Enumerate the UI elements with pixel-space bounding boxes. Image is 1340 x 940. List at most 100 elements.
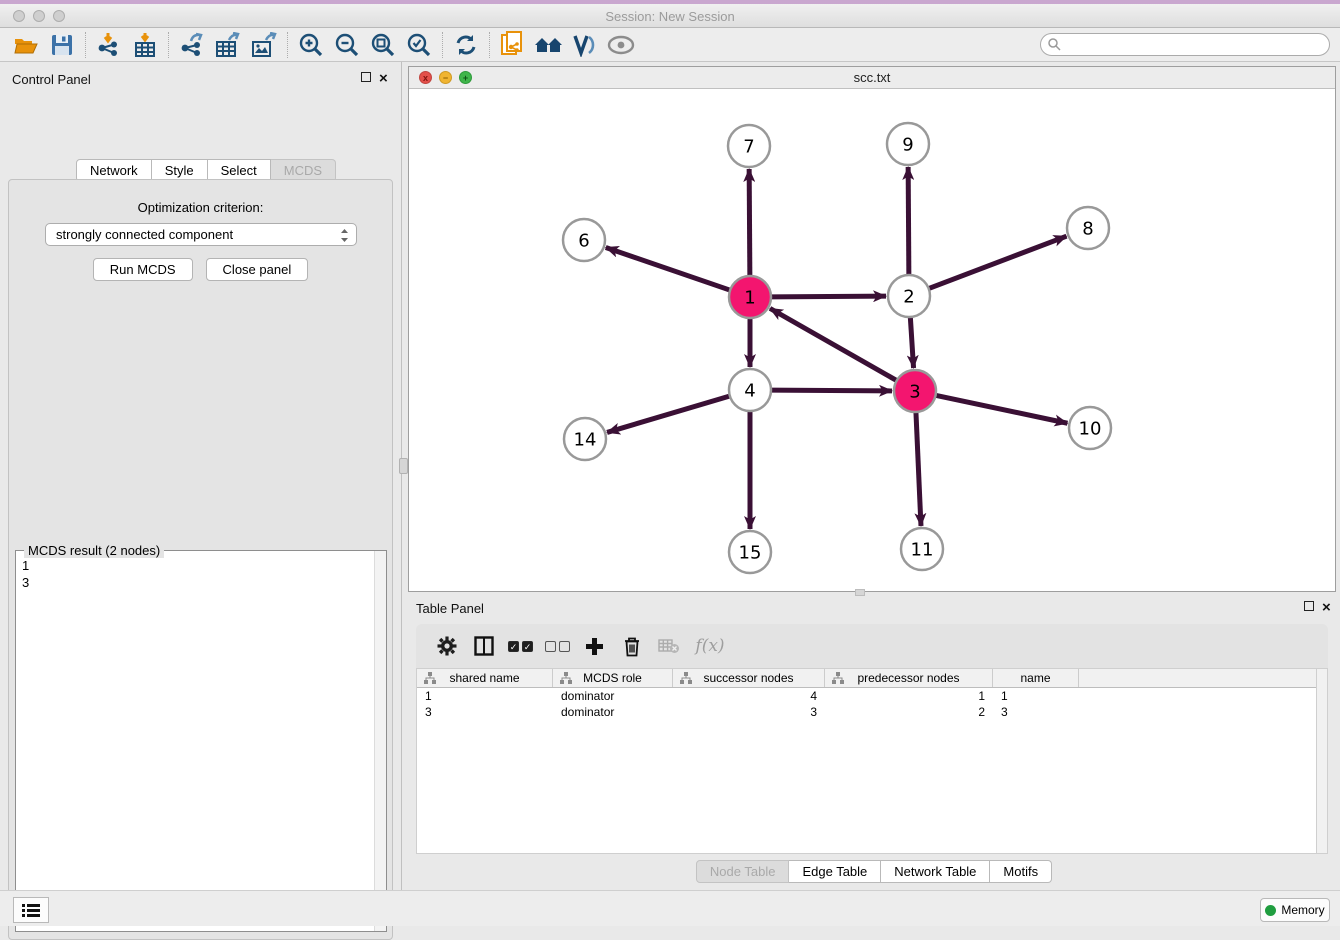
node-label: 3 bbox=[909, 381, 920, 402]
node-2[interactable]: 2 bbox=[888, 275, 930, 317]
function-builder-icon[interactable]: f(x) bbox=[687, 628, 733, 664]
network-window-title: scc.txt bbox=[409, 70, 1335, 85]
edge-4-3[interactable] bbox=[771, 390, 892, 391]
node-3[interactable]: 3 bbox=[894, 370, 936, 412]
criterion-select[interactable]: strongly connected component bbox=[45, 223, 357, 246]
zoom-selected-icon[interactable] bbox=[401, 30, 437, 60]
edge-1-7[interactable] bbox=[749, 169, 750, 276]
node-1[interactable]: 1 bbox=[729, 276, 771, 318]
delete-table-icon[interactable] bbox=[650, 628, 687, 664]
toolbar-separator bbox=[287, 32, 288, 58]
column-header-mcds-role[interactable]: MCDS role bbox=[553, 669, 673, 687]
column-header-name[interactable]: name bbox=[993, 669, 1079, 687]
edge-1-2[interactable] bbox=[771, 296, 886, 297]
float-table-panel-icon[interactable] bbox=[1304, 599, 1314, 614]
node-label: 10 bbox=[1079, 418, 1102, 439]
table-scrollbar[interactable] bbox=[1316, 669, 1327, 853]
node-table[interactable]: shared nameMCDS rolesuccessor nodesprede… bbox=[416, 668, 1328, 854]
mcds-result-line: 3 bbox=[22, 574, 29, 591]
edge-1-6[interactable] bbox=[606, 247, 730, 290]
table-toolbar: ✓✓ f(x) bbox=[416, 624, 1328, 668]
mcds-result-title: MCDS result (2 nodes) bbox=[24, 543, 164, 558]
node-10[interactable]: 10 bbox=[1069, 407, 1111, 449]
zoom-out-icon[interactable] bbox=[329, 30, 365, 60]
delete-column-icon[interactable] bbox=[613, 628, 650, 664]
node-label: 4 bbox=[744, 380, 755, 401]
column-type-icon bbox=[560, 672, 572, 684]
edge-2-8[interactable] bbox=[929, 236, 1067, 288]
export-table-icon[interactable] bbox=[210, 30, 246, 60]
node-6[interactable]: 6 bbox=[563, 219, 605, 261]
edge-3-1[interactable] bbox=[770, 308, 897, 380]
column-header-predecessor-nodes[interactable]: predecessor nodes bbox=[825, 669, 993, 687]
edge-3-10[interactable] bbox=[936, 395, 1068, 423]
column-type-icon bbox=[680, 672, 692, 684]
search-input[interactable] bbox=[1040, 33, 1330, 56]
node-15[interactable]: 15 bbox=[729, 531, 771, 573]
vertical-splitter[interactable] bbox=[401, 62, 408, 890]
list-icon bbox=[22, 903, 40, 918]
import-network-icon[interactable] bbox=[91, 30, 127, 60]
tab-motifs[interactable]: Motifs bbox=[990, 860, 1052, 883]
horizontal-splitter-handle[interactable] bbox=[855, 589, 865, 596]
edge-2-3[interactable] bbox=[910, 317, 913, 368]
mcds-result-scrollbar[interactable] bbox=[374, 551, 386, 931]
table-tabs: Node TableEdge TableNetwork TableMotifs bbox=[408, 860, 1340, 883]
node-9[interactable]: 9 bbox=[887, 123, 929, 165]
mcds-panel: Optimization criterion: strongly connect… bbox=[8, 179, 393, 940]
column-type-icon bbox=[424, 672, 436, 684]
edge-3-11[interactable] bbox=[916, 412, 921, 526]
task-history-button[interactable] bbox=[13, 897, 49, 923]
hide-graphics-icon[interactable] bbox=[567, 30, 603, 60]
close-table-panel-icon[interactable]: × bbox=[1322, 599, 1331, 616]
tab-network-table[interactable]: Network Table bbox=[881, 860, 990, 883]
node-14[interactable]: 14 bbox=[564, 418, 606, 460]
run-mcds-button[interactable]: Run MCDS bbox=[93, 258, 193, 281]
gear-icon[interactable] bbox=[428, 628, 465, 664]
float-panel-icon[interactable] bbox=[361, 70, 371, 85]
column-header-successor-nodes[interactable]: successor nodes bbox=[673, 669, 825, 687]
table-row[interactable]: 1dominator411 bbox=[417, 688, 1327, 704]
select-all-icon[interactable]: ✓✓ bbox=[502, 628, 539, 664]
table-row[interactable]: 3dominator323 bbox=[417, 704, 1327, 720]
export-image-icon[interactable] bbox=[246, 30, 282, 60]
node-8[interactable]: 8 bbox=[1067, 207, 1109, 249]
toolbar-separator bbox=[85, 32, 86, 58]
toolbar-separator bbox=[442, 32, 443, 58]
network-graph[interactable]: 7 9 6 8 1 2 4 3 14 10 15 11 bbox=[409, 89, 1335, 591]
memory-label: Memory bbox=[1281, 903, 1324, 917]
node-label: 14 bbox=[574, 429, 597, 450]
home-view-icon[interactable] bbox=[531, 30, 567, 60]
tab-edge-table[interactable]: Edge Table bbox=[789, 860, 881, 883]
node-7[interactable]: 7 bbox=[728, 125, 770, 167]
table-cell: 4 bbox=[673, 688, 825, 704]
table-cell: 3 bbox=[993, 704, 1079, 720]
add-column-icon[interactable] bbox=[576, 628, 613, 664]
close-panel-icon[interactable]: × bbox=[379, 70, 388, 87]
node-11[interactable]: 11 bbox=[901, 528, 943, 570]
criterion-value: strongly connected component bbox=[56, 227, 233, 242]
node-label: 15 bbox=[739, 542, 762, 563]
table-panel: Table Panel × ✓✓ f(x) shared nameMCDS ro… bbox=[408, 596, 1340, 890]
import-table-icon[interactable] bbox=[127, 30, 163, 60]
refresh-layout-icon[interactable] bbox=[448, 30, 484, 60]
deselect-all-icon[interactable] bbox=[539, 628, 576, 664]
node-4[interactable]: 4 bbox=[729, 369, 771, 411]
save-icon[interactable] bbox=[44, 30, 80, 60]
tab-node-table[interactable]: Node Table bbox=[696, 860, 790, 883]
show-graphics-icon[interactable] bbox=[603, 30, 639, 60]
network-file-icon[interactable] bbox=[495, 30, 531, 60]
table-cell: dominator bbox=[553, 688, 673, 704]
memory-button[interactable]: Memory bbox=[1260, 898, 1330, 922]
zoom-fit-icon[interactable] bbox=[365, 30, 401, 60]
vertical-splitter-handle[interactable] bbox=[399, 458, 408, 474]
open-folder-icon[interactable] bbox=[8, 30, 44, 60]
column-view-icon[interactable] bbox=[465, 628, 502, 664]
column-header-shared-name[interactable]: shared name bbox=[417, 669, 553, 687]
memory-status-icon bbox=[1265, 905, 1276, 916]
zoom-in-icon[interactable] bbox=[293, 30, 329, 60]
edge-2-9[interactable] bbox=[908, 167, 909, 275]
edge-4-14[interactable] bbox=[607, 396, 730, 432]
close-panel-button[interactable]: Close panel bbox=[206, 258, 309, 281]
export-network-icon[interactable] bbox=[174, 30, 210, 60]
